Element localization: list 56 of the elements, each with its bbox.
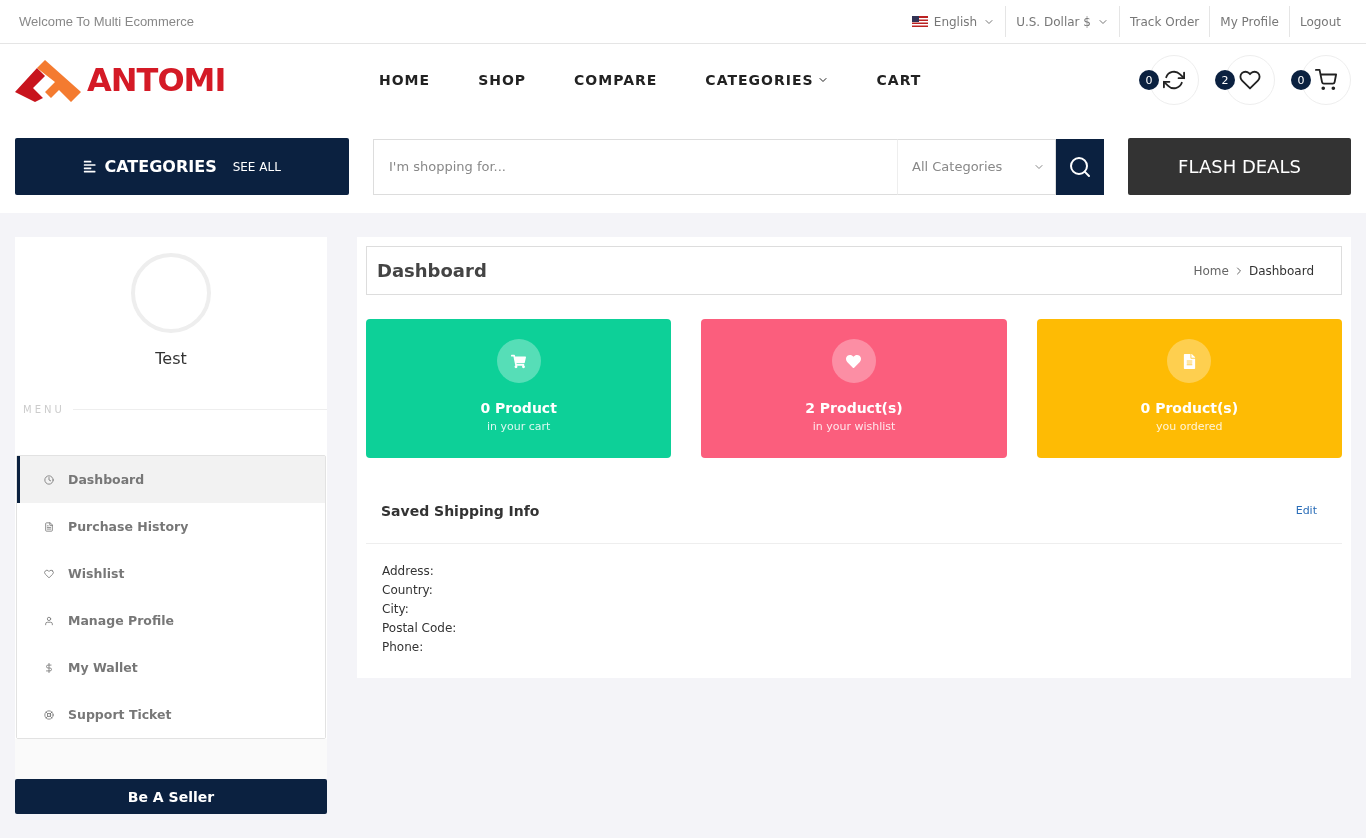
language-selector[interactable]: English xyxy=(901,6,1006,37)
field-label: Phone: xyxy=(382,640,425,654)
nav-link[interactable]: SHOP xyxy=(454,72,551,88)
field-label: Postal Code: xyxy=(382,621,458,635)
count-badge: 0 xyxy=(1139,70,1159,90)
support-icon xyxy=(44,709,54,720)
count-badge: 0 xyxy=(1291,70,1311,90)
stat-caption: in your cart xyxy=(486,420,551,433)
nav-link[interactable]: CATEGORIES xyxy=(681,72,853,88)
field-label: City: xyxy=(382,602,410,616)
stat-caption: you ordered xyxy=(1156,420,1223,433)
nav-link[interactable]: HOME xyxy=(355,72,455,88)
count-badge: 2 xyxy=(1215,70,1235,90)
top-link[interactable]: Track Order xyxy=(1119,6,1210,37)
profile-icon xyxy=(44,615,54,626)
search-icon xyxy=(1068,154,1093,179)
stat-value: 0 Product xyxy=(480,400,557,416)
search-button[interactable] xyxy=(1056,138,1104,195)
dashboard-icon xyxy=(44,474,54,485)
field-label: Country: xyxy=(382,583,434,597)
nav-link[interactable]: CART xyxy=(852,72,946,88)
heart-icon xyxy=(1239,69,1261,91)
history-icon xyxy=(44,521,54,532)
see-all-text: SEE ALL xyxy=(232,159,281,174)
field-label: Address: xyxy=(382,564,435,578)
top-link[interactable]: My Profile xyxy=(1209,6,1289,37)
nav-link[interactable]: COMPARE xyxy=(550,72,682,88)
edit-link[interactable]: Edit xyxy=(1295,504,1317,517)
section-title: Saved Shipping Info xyxy=(381,502,540,519)
cart-icon xyxy=(496,339,541,383)
cart-icon xyxy=(1315,69,1337,91)
flag-icon xyxy=(911,16,928,27)
welcome-text: Welcome To Multi Ecommerce xyxy=(19,14,195,29)
breadcrumb-item[interactable]: Home xyxy=(1193,263,1229,278)
stat-caption: in your wishlist xyxy=(812,420,896,433)
stat-value: 0 Product(s) xyxy=(1140,400,1239,416)
top-link[interactable]: Logout xyxy=(1288,6,1351,37)
page-title: Dashboard xyxy=(377,260,487,281)
be-a-seller-button[interactable]: Be A Seller xyxy=(15,779,327,814)
logo-text: ANTOMI xyxy=(87,61,226,99)
categories-title: CATEGORIES xyxy=(104,157,217,176)
document-icon xyxy=(1167,339,1212,383)
search-field[interactable]: I'm shopping for... xyxy=(373,138,897,195)
currency-selector[interactable]: U.S. Dollar $ xyxy=(1005,6,1119,37)
breadcrumb-item: Dashboard xyxy=(1248,263,1314,278)
menu-item[interactable]: Dashboard xyxy=(17,456,325,503)
wallet-icon xyxy=(44,662,54,673)
categories-button[interactable]: CATEGORIES SEE ALL xyxy=(15,138,349,195)
menu-icon xyxy=(83,159,97,174)
category-select[interactable]: All Categories xyxy=(897,138,1057,195)
stat-value: 2 Product(s) xyxy=(805,400,903,416)
wishlist-icon xyxy=(44,568,54,579)
refresh-icon xyxy=(1163,69,1185,91)
flash-deals-button[interactable]: FLASH DEALS xyxy=(1128,138,1351,195)
logo-icon xyxy=(15,58,83,102)
user-name: Test xyxy=(155,349,187,368)
